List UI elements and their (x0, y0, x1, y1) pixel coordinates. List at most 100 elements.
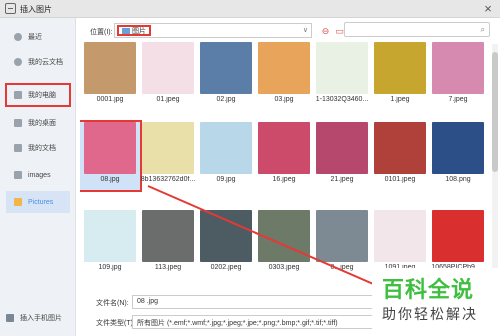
clock-icon (14, 33, 22, 41)
sidebar-item-recent[interactable]: 最近 (6, 26, 70, 48)
filename-label: 文件名(N): (96, 300, 129, 307)
sidebar-item-documents[interactable]: 我的文档 (6, 137, 70, 159)
cloud-icon (14, 58, 22, 66)
file-item[interactable]: 0202.jpeg (196, 210, 256, 278)
file-item[interactable]: 0303.jpeg (254, 210, 314, 278)
sidebar-item-label: 我的电脑 (28, 92, 56, 99)
sidebar-item-pictures[interactable]: Pictures (6, 191, 70, 213)
title-bar: 插入图片 × (0, 0, 500, 18)
sidebar-item-label: images (28, 171, 51, 179)
back-icon[interactable]: ⊖ (320, 26, 331, 37)
sidebar-item-my-computer[interactable]: 我的电脑 (5, 83, 71, 107)
file-name: 21.jpeg (330, 176, 354, 183)
file-item[interactable]: 21.jpeg (312, 122, 372, 190)
picture-icon (122, 27, 130, 34)
file-thumbnail (258, 122, 310, 174)
insert-phone-image-button[interactable]: 插入手机图片 (6, 313, 62, 323)
file-name: 0303.jpeg (268, 264, 300, 271)
filename-input[interactable]: 08 .jpg (132, 295, 392, 309)
file-thumbnail (200, 122, 252, 174)
file-item[interactable]: 109.jpg (80, 210, 140, 278)
file-item[interactable]: 0101.jpeg (370, 122, 430, 190)
file-thumbnail (432, 42, 484, 94)
file-item[interactable]: 16.jpeg (254, 122, 314, 190)
toolbar: 位置(I): 图片 ∨ ⊖ ▭ ⊕ ⊞ ⌕ (76, 18, 500, 44)
file-item[interactable]: 0001.jpg (80, 42, 140, 110)
phone-icon (6, 314, 14, 322)
dialog-icon (5, 3, 16, 14)
close-icon[interactable]: × (480, 1, 496, 17)
file-name: 08.jpg (100, 176, 120, 183)
sidebar-item-label: 我的文档 (28, 145, 56, 152)
file-thumbnail (258, 210, 310, 262)
sidebar-item-cloud-docs[interactable]: 我的云文档 (6, 51, 70, 73)
folder-icon (14, 171, 22, 179)
chevron-down-icon[interactable]: ∨ (303, 26, 308, 34)
file-name: 8b13632762d0f... (140, 176, 196, 183)
folder-icon (14, 198, 22, 206)
file-thumbnail (200, 42, 252, 94)
sidebar-item-desktop[interactable]: 我的桌面 (6, 112, 70, 134)
scrollbar-thumb[interactable] (492, 52, 498, 172)
file-name: 16.jpeg (272, 176, 296, 183)
sidebar: 最近 我的云文档 我的电脑 我的桌面 我的文档 images Pictures (0, 18, 76, 336)
search-icon[interactable]: ⌕ (481, 25, 485, 35)
file-name: 0001.jpg (96, 96, 124, 103)
file-item[interactable]: 03.jpg (254, 42, 314, 110)
sidebar-item-images[interactable]: images (6, 164, 70, 186)
sidebar-item-label: Pictures (28, 198, 54, 206)
scrollbar[interactable] (492, 44, 498, 287)
watermark-subtitle: 助你轻松解决 (382, 307, 478, 323)
dialog-title: 插入图片 (20, 5, 52, 14)
file-thumbnail (316, 42, 368, 94)
insert-picture-dialog: 插入图片 × 最近 我的云文档 我的电脑 我的桌面 我的文档 images Pi… (0, 0, 500, 336)
file-item[interactable]: 1.jpeg (370, 42, 430, 110)
file-item[interactable]: 7.jpeg (428, 42, 488, 110)
file-item[interactable]: 02.jpg (196, 42, 256, 110)
file-item[interactable]: 09.jpg (196, 122, 256, 190)
file-name: 0202.jpeg (210, 264, 242, 271)
file-name: 01.jpeg (156, 96, 180, 103)
file-item-selected[interactable]: 08.jpg (80, 120, 142, 192)
file-item[interactable]: 113.jpeg (138, 210, 198, 278)
file-name: 0101.jpeg (384, 176, 416, 183)
file-thumbnail (374, 122, 426, 174)
insert-phone-image-label: 插入手机图片 (20, 315, 62, 322)
watermark-title: 百科全说 (382, 278, 475, 303)
file-grid: 0001.jpg 01.jpeg 02.jpg 03.jpg 1-13032Q3… (80, 42, 496, 287)
file-name: 0...jpeg (330, 264, 354, 271)
file-thumbnail (316, 122, 368, 174)
file-item[interactable]: 01.jpeg (138, 42, 198, 110)
file-thumbnail (374, 210, 426, 262)
location-combobox[interactable]: 图片 ∨ (114, 23, 312, 38)
file-name: 108.png (445, 176, 471, 183)
file-thumbnail (142, 210, 194, 262)
filetype-label: 文件类型(T): (96, 320, 135, 327)
location-label: 位置(I): (90, 29, 113, 36)
location-value: 图片 (132, 27, 146, 35)
watermark: 百科全说 助你轻松解决 (372, 268, 500, 336)
filetype-select[interactable]: 所有图片 (*.emf;*.wmf;*.jpg;*.jpeg;*.jpe;*.p… (132, 315, 392, 329)
sidebar-item-label: 我的云文档 (28, 59, 63, 66)
file-thumbnail (374, 42, 426, 94)
computer-icon (14, 91, 22, 99)
file-name: 09.jpg (216, 176, 236, 183)
file-name: 109.jpg (98, 264, 122, 271)
file-thumbnail (84, 122, 136, 174)
file-thumbnail (258, 42, 310, 94)
file-thumbnail (432, 210, 484, 262)
file-name: 1-13032Q3460... (315, 96, 369, 103)
file-name: 113.jpeg (154, 264, 182, 271)
file-item[interactable]: 8b13632762d0f... (138, 122, 198, 190)
file-item[interactable]: 0...jpeg (312, 210, 372, 278)
search-input[interactable]: ⌕ (344, 22, 490, 37)
sidebar-item-label: 我的桌面 (28, 120, 56, 127)
file-thumbnail (432, 122, 484, 174)
document-icon (14, 144, 22, 152)
desktop-icon (14, 119, 22, 127)
file-item[interactable]: 1-13032Q3460... (312, 42, 372, 110)
file-thumbnail (316, 210, 368, 262)
file-item[interactable]: 108.png (428, 122, 488, 190)
file-name: 03.jpg (274, 96, 294, 103)
location-chip: 图片 (117, 25, 151, 36)
